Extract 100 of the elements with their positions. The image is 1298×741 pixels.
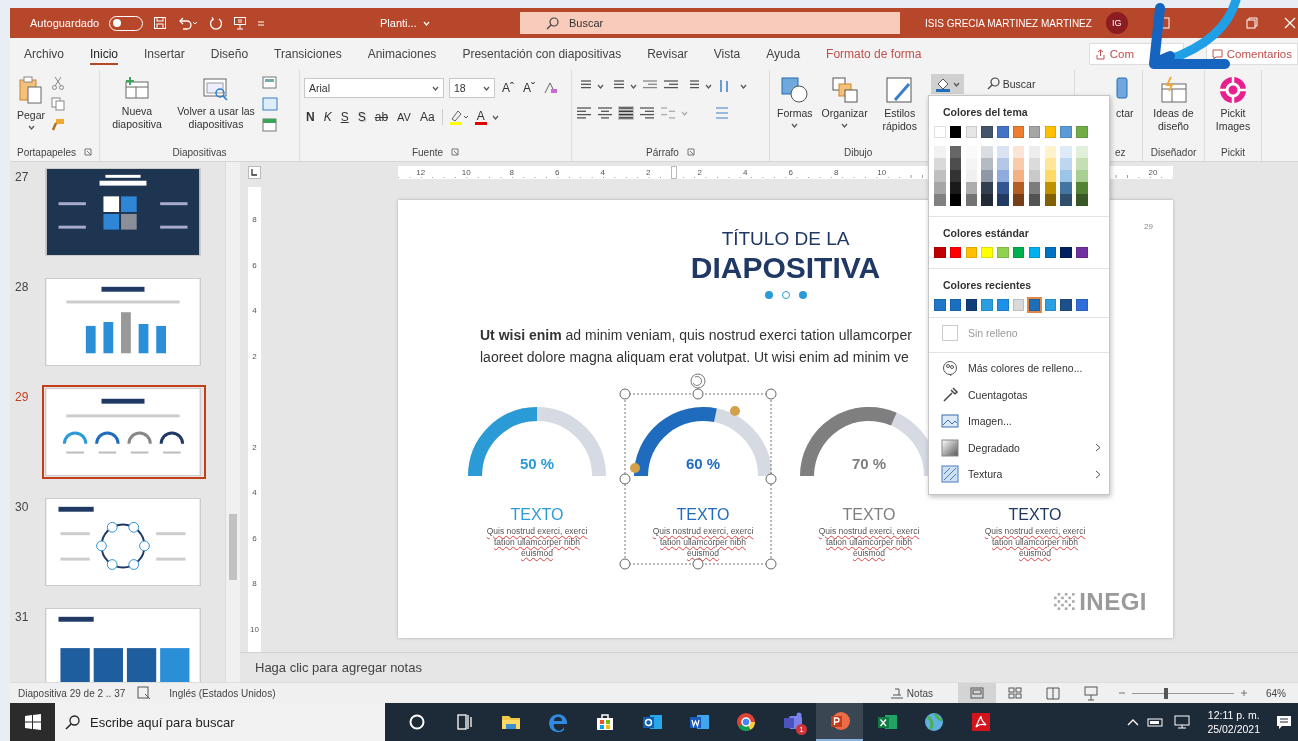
color-swatch[interactable]: [949, 126, 962, 138]
shadow-button[interactable]: S: [355, 110, 368, 124]
dialog-launcher-icon[interactable]: [451, 148, 460, 156]
highlight-icon[interactable]: [447, 109, 470, 125]
color-swatch[interactable]: [949, 246, 962, 258]
zoom-in-icon[interactable]: [1240, 689, 1248, 697]
color-shades[interactable]: [965, 145, 978, 206]
quick-styles-button[interactable]: Estilos rápidos: [873, 74, 926, 136]
search-button[interactable]: Buscar: [986, 74, 1036, 90]
format-painter-icon[interactable]: [51, 118, 66, 132]
color-swatch[interactable]: [1028, 299, 1041, 311]
color-shades[interactable]: [1013, 145, 1025, 206]
spacing-button[interactable]: AV: [395, 111, 413, 123]
color-swatch[interactable]: [1044, 126, 1057, 138]
zoom-level[interactable]: 64%: [1266, 687, 1286, 699]
color-shades[interactable]: [1060, 145, 1072, 206]
strikethrough-button[interactable]: ab: [372, 110, 391, 124]
clock-date[interactable]: 25/02/2021: [1207, 722, 1260, 736]
notes-placeholder[interactable]: Haga clic para agregar notas: [255, 660, 422, 675]
reuse-slides-button[interactable]: Volver a usar las diapositivas: [173, 74, 259, 134]
menu-tab[interactable]: Transiciones: [261, 38, 355, 70]
normal-view-button[interactable]: [958, 682, 996, 704]
new-slide-button[interactable]: Nueva diapositiva: [104, 74, 170, 134]
chevron-up-icon[interactable]: [1127, 718, 1140, 726]
menu-tab[interactable]: Ayuda: [753, 38, 814, 70]
color-swatch[interactable]: [1028, 246, 1041, 258]
color-swatch[interactable]: [981, 126, 993, 138]
color-shades[interactable]: [934, 145, 946, 206]
design-ideas-button[interactable]: Ideas de diseño: [1147, 74, 1200, 136]
color-swatch[interactable]: [934, 299, 946, 311]
color-swatch[interactable]: [1044, 299, 1057, 311]
comments-button[interactable]: Comentarios: [1205, 43, 1298, 65]
color-swatch[interactable]: [934, 126, 946, 138]
color-swatch[interactable]: [1013, 126, 1025, 138]
tab-stop-icon[interactable]: [248, 166, 261, 179]
restore-icon[interactable]: [1245, 17, 1258, 29]
language-status[interactable]: Inglés (Estados Unidos): [169, 687, 276, 699]
network-icon[interactable]: [1173, 715, 1192, 729]
color-shades[interactable]: [949, 145, 962, 206]
windows-start-icon[interactable]: [24, 714, 41, 730]
color-swatch[interactable]: [1044, 246, 1057, 258]
color-swatch[interactable]: [949, 299, 962, 311]
align-right-icon[interactable]: [639, 106, 655, 120]
menu-item[interactable]: Cuentagotas: [929, 381, 1109, 408]
search-field[interactable]: Buscar: [520, 12, 900, 34]
shrink-font-button[interactable]: Aˇ: [521, 81, 537, 95]
close-icon[interactable]: [1283, 17, 1296, 29]
scrollbar[interactable]: [225, 162, 240, 682]
dialog-launcher-icon[interactable]: [83, 148, 92, 156]
color-swatch[interactable]: [1060, 299, 1072, 311]
taskbar-search-field[interactable]: Escribe aquí para buscar: [55, 703, 385, 741]
color-swatch[interactable]: [965, 126, 978, 138]
color-shades[interactable]: [1028, 145, 1041, 206]
menu-tab[interactable]: Animaciones: [354, 38, 450, 70]
menu-tab[interactable]: Diseño: [197, 38, 262, 70]
undo-icon[interactable]: [177, 16, 200, 30]
dialog-launcher-icon[interactable]: [686, 148, 695, 156]
color-swatch[interactable]: [1013, 299, 1025, 311]
menu-item[interactable]: Más colores de relleno...: [929, 355, 1109, 382]
font-color-button[interactable]: A: [474, 109, 487, 125]
menu-tab[interactable]: Vista: [700, 38, 754, 70]
center-icon[interactable]: [597, 106, 613, 120]
color-swatch[interactable]: [965, 299, 978, 311]
color-shades[interactable]: [1076, 145, 1088, 206]
color-shades[interactable]: [981, 145, 993, 206]
cut-icon[interactable]: [51, 76, 66, 90]
arrange-button[interactable]: Organizar: [818, 74, 871, 131]
color-swatch[interactable]: [981, 299, 993, 311]
justify-icon[interactable]: [618, 106, 634, 120]
font-name-field[interactable]: Arial: [304, 78, 444, 98]
color-swatch[interactable]: [997, 126, 1009, 138]
save-icon[interactable]: [153, 16, 168, 30]
file-name[interactable]: Planti...: [380, 17, 417, 29]
notes-button[interactable]: Notas: [889, 687, 933, 699]
pickit-images-button[interactable]: Pickit Images: [1209, 74, 1257, 136]
menu-tab[interactable]: Revisar: [634, 38, 701, 70]
align-left-icon[interactable]: [576, 106, 592, 120]
battery-icon[interactable]: [1147, 716, 1166, 728]
color-swatch[interactable]: [997, 299, 1009, 311]
user-avatar[interactable]: IG: [1105, 12, 1128, 34]
underline-button[interactable]: S: [338, 110, 351, 124]
color-swatch[interactable]: [981, 246, 993, 258]
redo-icon[interactable]: [209, 16, 224, 30]
accessibility-icon[interactable]: [137, 686, 152, 700]
color-swatch[interactable]: [965, 246, 978, 258]
color-swatch[interactable]: [997, 246, 1009, 258]
italic-button[interactable]: K: [321, 110, 334, 124]
color-swatch[interactable]: [1076, 299, 1088, 311]
color-swatch[interactable]: [1013, 246, 1025, 258]
bold-button[interactable]: N: [304, 110, 317, 124]
menu-item[interactable]: Degradado: [929, 434, 1109, 461]
menu-tab[interactable]: Formato de forma: [813, 38, 935, 70]
color-swatch[interactable]: [1028, 126, 1041, 138]
color-swatch[interactable]: [1060, 126, 1072, 138]
paste-button[interactable]: Pegar: [14, 74, 49, 133]
font-size-field[interactable]: 18: [449, 78, 495, 98]
color-swatch[interactable]: [1060, 246, 1072, 258]
menu-item[interactable]: Textura: [929, 461, 1109, 488]
clock-time[interactable]: 12:11 p. m.: [1207, 708, 1260, 722]
presentation-icon[interactable]: [233, 16, 248, 30]
